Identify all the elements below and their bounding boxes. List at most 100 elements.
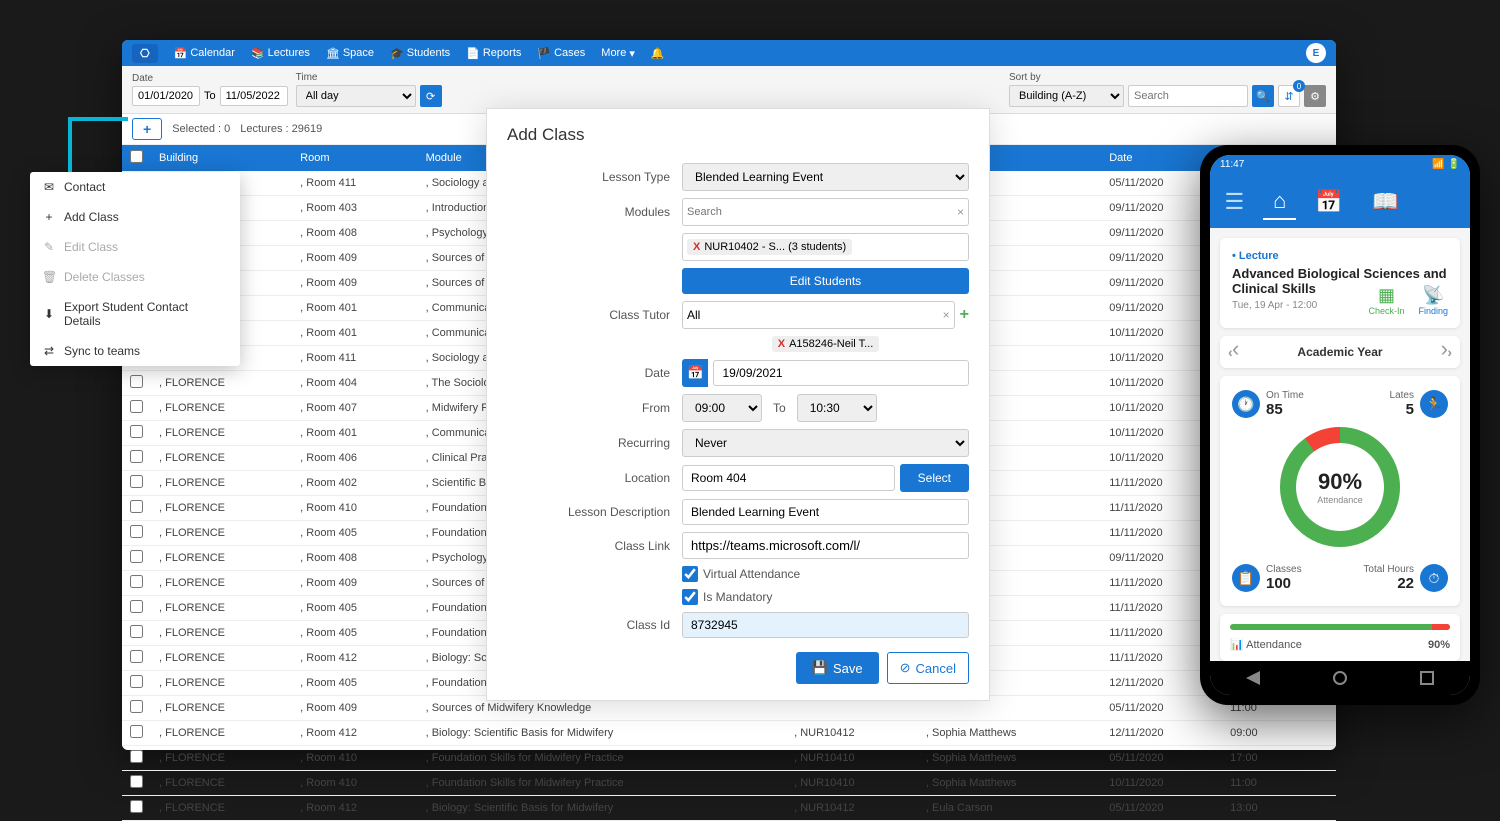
desc-input[interactable] [682, 499, 969, 525]
app-logo[interactable]: ⎔ [132, 44, 158, 63]
selected-count: Selected : 0 [172, 123, 230, 135]
row-checkbox[interactable] [130, 600, 143, 613]
row-checkbox[interactable] [130, 725, 143, 738]
checkin-button[interactable]: ▦Check-In [1368, 285, 1404, 316]
row-checkbox[interactable] [130, 425, 143, 438]
row-checkbox[interactable] [130, 450, 143, 463]
select-all-checkbox[interactable] [130, 150, 143, 163]
tutor-select[interactable]: All× [682, 301, 955, 329]
back-icon[interactable] [1246, 671, 1260, 685]
row-checkbox[interactable] [130, 375, 143, 388]
table-row[interactable]: , FLORENCE, Room 410, Foundation Skills … [122, 746, 1336, 771]
recent-icon[interactable] [1420, 671, 1434, 685]
row-checkbox[interactable] [130, 500, 143, 513]
row-checkbox[interactable] [130, 400, 143, 413]
nav-more[interactable]: More ▾ [593, 47, 643, 60]
from-label: From [507, 401, 682, 415]
table-cell: , FLORENCE [151, 621, 292, 646]
recurring-label: Recurring [507, 436, 682, 450]
row-checkbox[interactable] [130, 700, 143, 713]
table-cell: , Room 410 [292, 496, 417, 521]
ctx-add-class[interactable]: +Add Class [30, 202, 240, 232]
row-checkbox[interactable] [130, 775, 143, 788]
row-checkbox[interactable] [130, 550, 143, 563]
to-time-select[interactable]: 10:30 [797, 394, 877, 422]
row-checkbox[interactable] [130, 525, 143, 538]
lecture-card: • Lecture Advanced Biological Sciences a… [1220, 238, 1460, 328]
from-time-select[interactable]: 09:00 [682, 394, 762, 422]
sort-select[interactable]: Building (A-Z) [1009, 85, 1124, 107]
nav-bell-icon[interactable]: 🔔 [643, 47, 673, 60]
module-chip[interactable]: XNUR10402 - S... (3 students) [687, 239, 852, 255]
row-checkbox[interactable] [130, 675, 143, 688]
nav-calendar[interactable]: 📅 Calendar [166, 47, 243, 60]
sort-label: Sort by [1009, 72, 1326, 83]
tab-teacher-icon[interactable]: 👤 [1418, 185, 1465, 219]
mandatory-checkbox[interactable] [682, 589, 698, 605]
edit-students-button[interactable]: Edit Students [682, 268, 969, 294]
nav-cases[interactable]: 🏴 Cases [529, 47, 593, 60]
ctx-contact[interactable]: ✉Contact [30, 172, 240, 202]
tab-book-icon[interactable]: 📖 [1362, 185, 1409, 219]
context-menu: ✉Contact+Add Class✎Edit Class🗑Delete Cla… [30, 172, 240, 366]
nav-lectures[interactable]: 📚 Lectures [243, 47, 318, 60]
add-tutor-icon[interactable]: + [960, 306, 969, 324]
tab-calendar-icon[interactable]: 📅 [1305, 185, 1352, 219]
row-checkbox[interactable] [130, 475, 143, 488]
tutor-chip[interactable]: XA158246-Neil T... [772, 336, 880, 352]
remove-chip-icon[interactable]: X [693, 241, 700, 253]
date-input[interactable] [713, 360, 969, 386]
row-checkbox[interactable] [130, 650, 143, 663]
calendar-icon[interactable]: 📅 [682, 359, 708, 387]
user-avatar[interactable]: E [1306, 43, 1326, 63]
ctx-export-student-contact-details[interactable]: ⬇Export Student Contact Details [30, 292, 240, 336]
select-location-button[interactable]: Select [900, 464, 969, 492]
nav-space[interactable]: 🏛 Space [318, 47, 382, 60]
table-cell: , Room 412 [292, 646, 417, 671]
search-button[interactable]: 🔍 [1252, 85, 1274, 107]
chart-next-icon[interactable]: › [1441, 336, 1448, 362]
row-checkbox[interactable] [130, 750, 143, 763]
col-header[interactable] [122, 145, 151, 171]
lates-stat: Lates5🏃 [1390, 390, 1448, 418]
table-cell: , FLORENCE [151, 771, 292, 796]
ctx-sync-to-teams[interactable]: ⇄Sync to teams [30, 336, 240, 366]
year-next-icon[interactable]: › [1447, 344, 1452, 360]
col-header[interactable]: Room [292, 145, 417, 171]
table-cell: , FLORENCE [151, 571, 292, 596]
col-header[interactable]: Building [151, 145, 292, 171]
modules-search[interactable]: × [682, 198, 969, 226]
table-row[interactable]: , FLORENCE, Room 410, Foundation Skills … [122, 771, 1336, 796]
search-input[interactable] [1128, 85, 1248, 107]
save-button[interactable]: 💾Save [796, 652, 879, 684]
location-input[interactable] [682, 465, 895, 491]
classes-stat: 📋Classes100 [1232, 564, 1302, 592]
virtual-checkbox[interactable] [682, 566, 698, 582]
finding-button[interactable]: 📡Finding [1418, 285, 1448, 316]
refresh-button[interactable]: ⟳ [420, 85, 442, 107]
add-button[interactable]: + [132, 118, 162, 140]
recurring-select[interactable]: Never [682, 429, 969, 457]
date-to-input[interactable] [220, 86, 288, 106]
table-row[interactable]: , FLORENCE, Room 412, Biology: Scientifi… [122, 721, 1336, 746]
time-select[interactable]: All day [296, 85, 416, 107]
remove-tutor-icon[interactable]: X [778, 338, 785, 350]
nav-students[interactable]: 🎓 Students [382, 47, 458, 60]
chart-prev-icon[interactable]: ‹ [1232, 336, 1239, 362]
row-checkbox[interactable] [130, 800, 143, 813]
lesson-type-select[interactable]: Blended Learning Event [682, 163, 969, 191]
hours-stat: Total Hours22⏱ [1363, 564, 1448, 592]
row-checkbox[interactable] [130, 575, 143, 588]
filter-button[interactable]: ⇵ [1278, 85, 1300, 107]
home-icon[interactable] [1333, 671, 1347, 685]
table-row[interactable]: , FLORENCE, Room 412, Biology: Scientifi… [122, 796, 1336, 821]
row-checkbox[interactable] [130, 625, 143, 638]
classid-input[interactable] [682, 612, 969, 638]
cancel-button[interactable]: ⊘Cancel [887, 652, 969, 684]
settings-button[interactable]: ⚙ [1304, 85, 1326, 107]
link-input[interactable] [682, 532, 969, 559]
tab-menu-icon[interactable]: ☰ [1214, 185, 1254, 219]
nav-reports[interactable]: 📄 Reports [458, 47, 529, 60]
date-from-input[interactable] [132, 86, 200, 106]
tab-home-icon[interactable]: ⌂ [1263, 184, 1296, 220]
